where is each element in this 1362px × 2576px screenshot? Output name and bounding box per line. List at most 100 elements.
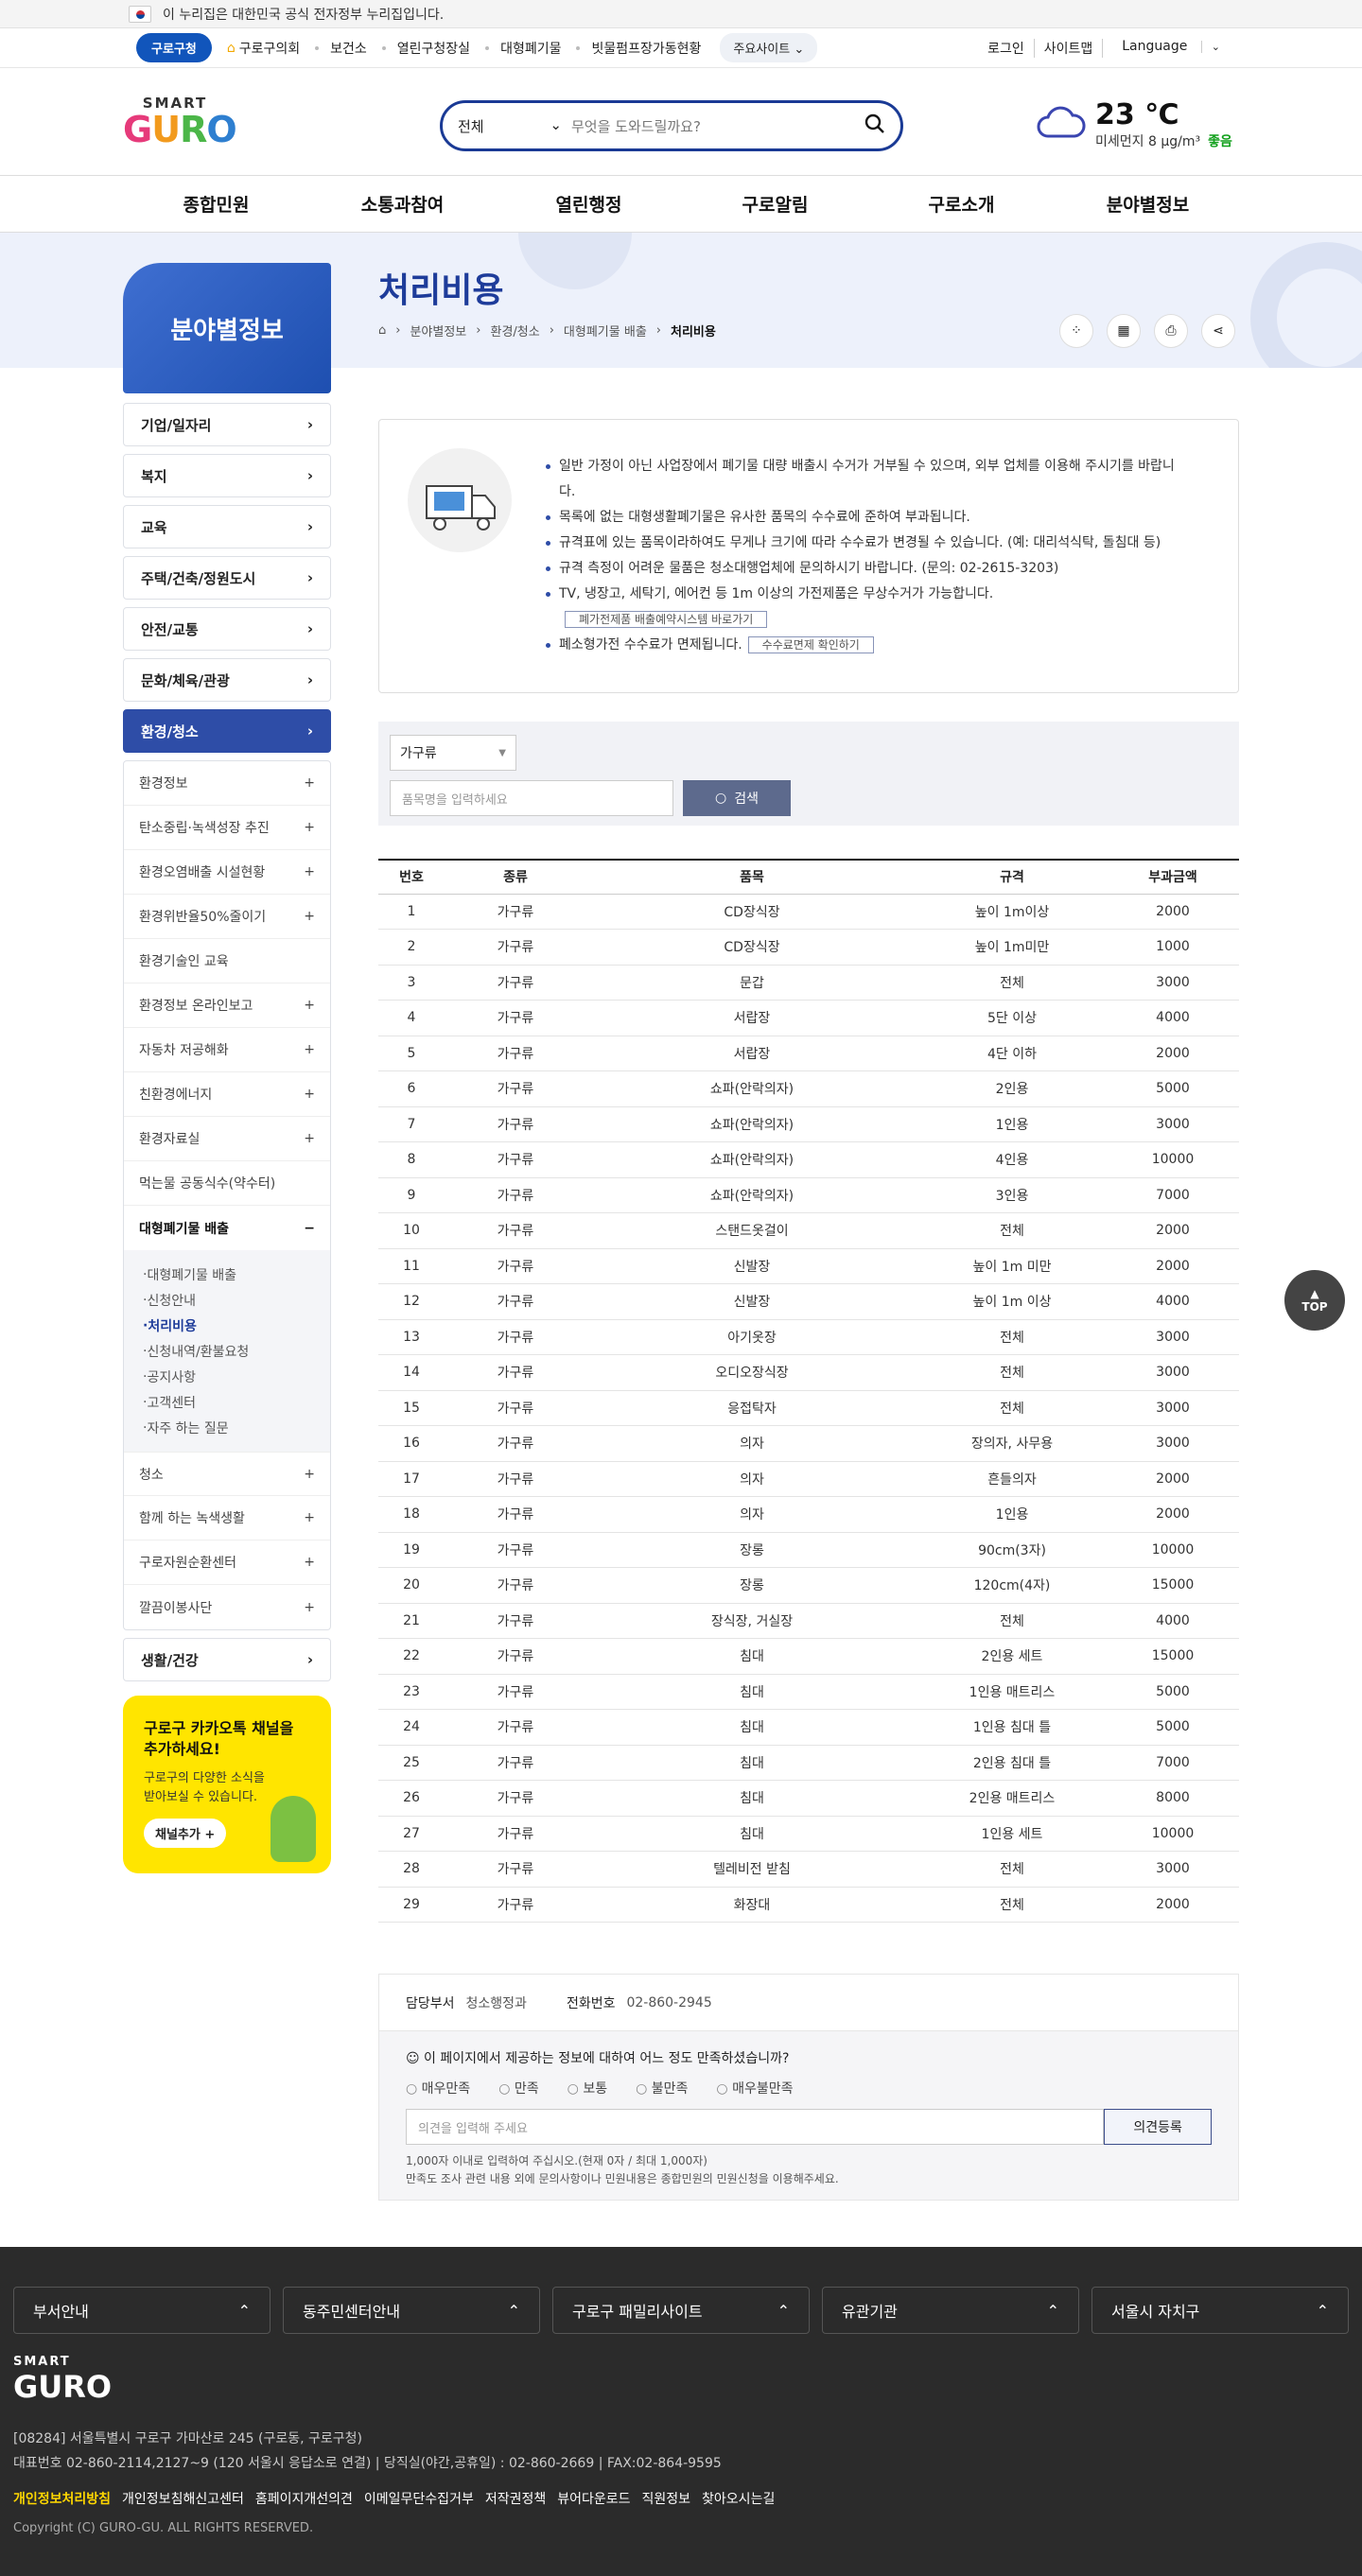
appliance-reservation-button[interactable]: 폐가전제품 배출예약시스템 바로가기 — [565, 611, 768, 628]
breadcrumb-item[interactable]: 분야별정보 — [410, 322, 466, 339]
nav-participation[interactable]: 소통과참여 — [309, 191, 496, 217]
sub-item[interactable]: 환경정보 온라인보고 + — [124, 983, 330, 1028]
rating-option[interactable]: 매우불만족 — [716, 2079, 793, 2097]
footer-link[interactable]: 찾아오시는길 — [702, 2489, 775, 2508]
login-link[interactable]: 로그인 — [978, 39, 1034, 58]
fee-exemption-button[interactable]: 수수료면제 확인하기 — [747, 636, 874, 653]
sub-item[interactable]: 환경기술인 교육 — [124, 939, 330, 983]
breadcrumb-current: 처리비용 — [670, 325, 716, 339]
add-channel-button[interactable]: 채널추가 + — [144, 1819, 227, 1848]
table-cell: 높이 1m미만 — [917, 929, 1107, 966]
search-input[interactable]: 무엇을 도와드릴까요? — [562, 116, 864, 136]
breadcrumb-item[interactable]: 환경/청소 — [490, 322, 539, 339]
guro-logo[interactable]: SMART GURO — [123, 95, 237, 148]
nav-news[interactable]: 구로알림 — [682, 191, 868, 217]
guro-office-button[interactable]: 구로구청 — [136, 33, 212, 62]
sub-item[interactable]: 환경오염배출 시설현황 + — [124, 850, 330, 895]
rating-option[interactable]: 매우만족 — [406, 2079, 471, 2097]
main-sites-dropdown[interactable]: 주요사이트 ⌄ — [720, 33, 818, 62]
scroll-top-button[interactable]: ▲ TOP — [1284, 1270, 1345, 1331]
deep-item[interactable]: · 신청내역/환불요청 — [143, 1338, 311, 1364]
footer-link[interactable]: 개인정보침해신고센터 — [122, 2489, 244, 2508]
sitemap-link[interactable]: 사이트맵 — [1033, 38, 1103, 58]
kakao-channel-banner[interactable]: 구로구 카카오톡 채널을 추가하세요! 구로구의 다양한 소식을 받아보실 수 있습… — [123, 1696, 331, 1873]
lnb-item-active[interactable]: 환경/청소 › — [123, 709, 331, 753]
table-row: 12 가구류 신발장 높이 1m 이상 4000 — [378, 1283, 1239, 1320]
sub-item[interactable]: 청소 + — [124, 1452, 330, 1496]
footer-link[interactable]: 홈페이지개선의견 — [255, 2489, 353, 2508]
item-name-input[interactable]: 품목명을 입력하세요 — [390, 780, 673, 816]
col-header: 종류 — [445, 860, 586, 895]
deep-item-active[interactable]: · 처리비용 — [143, 1313, 311, 1338]
table-cell: 가구류 — [445, 1070, 586, 1107]
gov-banner: 이 누리집은 대한민국 공식 전자정부 누리집입니다. — [0, 0, 1362, 28]
table-row: 21 가구류 장식장, 거실장 전체 4000 — [378, 1603, 1239, 1639]
nav-about[interactable]: 구로소개 — [868, 191, 1055, 217]
breadcrumb-item[interactable]: 대형폐기물 배출 — [564, 322, 647, 339]
footer-select[interactable]: 유관기관 ⌃ — [822, 2287, 1079, 2334]
footer-link[interactable]: 저작권정책 — [485, 2489, 546, 2508]
table-row: 17 가구류 의자 흔들의자 2000 — [378, 1461, 1239, 1497]
rating-option[interactable]: 보통 — [568, 2079, 607, 2097]
lnb-item[interactable]: 주택/건축/정원도시 › — [123, 556, 331, 600]
footer-select[interactable]: 부서안내 ⌃ — [13, 2287, 271, 2334]
nav-field-info[interactable]: 분야별정보 — [1055, 191, 1241, 217]
table-cell: 2인용 매트리스 — [917, 1780, 1107, 1817]
table-cell: 전체 — [917, 1390, 1107, 1426]
rating-option[interactable]: 만족 — [498, 2079, 539, 2097]
footer-link[interactable]: 개인정보처리방침 — [13, 2489, 111, 2508]
sub-item-open[interactable]: 대형폐기물 배출 − — [124, 1206, 330, 1250]
mayor-link[interactable]: 열린구청장실 — [381, 39, 470, 58]
table-cell: 가구류 — [445, 1390, 586, 1426]
sub-item[interactable]: 탄소중립·녹색성장 추진 + — [124, 806, 330, 850]
deep-item[interactable]: · 자주 하는 질문 — [143, 1415, 311, 1440]
share-icon[interactable]: ⋖ — [1201, 314, 1235, 348]
deep-item[interactable]: · 신청안내 — [143, 1287, 311, 1313]
footer-link[interactable]: 이메일무단수집거부 — [364, 2489, 474, 2508]
nav-open-admin[interactable]: 열린행정 — [496, 191, 682, 217]
health-center-link[interactable]: 보건소 — [315, 39, 367, 58]
sub-item[interactable]: 함께 하는 녹색생활 + — [124, 1496, 330, 1540]
search-scope-select[interactable]: 전체 ⌄ — [458, 116, 562, 136]
table-cell: 높이 1m 미만 — [917, 1248, 1107, 1284]
sub-item[interactable]: 환경자료실 + — [124, 1117, 330, 1161]
sub-item[interactable]: 구로자원순환센터 + — [124, 1540, 330, 1585]
sub-item[interactable]: 깔끔이봉사단 + — [124, 1585, 330, 1629]
council-link[interactable]: ⌂ 구로구의회 — [227, 39, 300, 58]
footer-link[interactable]: 직원정보 — [642, 2489, 691, 2508]
search-icon[interactable] — [864, 113, 885, 138]
footer-select[interactable]: 서울시 자치구 ⌃ — [1091, 2287, 1349, 2334]
footer-link[interactable]: 뷰어다운로드 — [557, 2489, 630, 2508]
table-cell: 의자 — [586, 1496, 917, 1533]
lnb-item[interactable]: 교육 › — [123, 505, 331, 548]
nav-civil[interactable]: 종합민원 — [123, 191, 309, 217]
qr-code-icon[interactable]: ▦ — [1107, 314, 1141, 348]
lnb-item[interactable]: 복지 › — [123, 454, 331, 497]
language-select[interactable]: Language ⌄ — [1102, 38, 1239, 58]
deep-item[interactable]: · 고객센터 — [143, 1389, 311, 1415]
search-button[interactable]: ○ 검색 — [683, 780, 791, 816]
bulky-waste-link[interactable]: 대형폐기물 — [485, 39, 561, 58]
sub-item[interactable]: 환경위반율50%줄이기 + — [124, 895, 330, 939]
footer-select[interactable]: 동주민센터안내 ⌃ — [283, 2287, 540, 2334]
print-icon[interactable]: ⎙ — [1154, 314, 1188, 348]
sub-item[interactable]: 먹는물 공동식수(약수터) — [124, 1161, 330, 1206]
table-cell: 가구류 — [445, 1319, 586, 1355]
sub-item[interactable]: 환경정보 + — [124, 761, 330, 806]
submit-opinion-button[interactable]: 의견등록 — [1104, 2109, 1212, 2145]
sub-item[interactable]: 친환경에너지 + — [124, 1072, 330, 1117]
sub-item[interactable]: 자동차 저공해화 + — [124, 1028, 330, 1072]
lnb-item[interactable]: 문화/체육/관광 › — [123, 658, 331, 702]
opinion-input[interactable]: 의견을 입력해 주세요 — [406, 2109, 1105, 2145]
pump-status-link[interactable]: 빗물펌프장가동현황 — [576, 39, 701, 58]
rating-option[interactable]: 불만족 — [636, 2079, 689, 2097]
lnb-item[interactable]: 안전/교통 › — [123, 607, 331, 651]
footer-select[interactable]: 구로구 패밀리사이트 ⌃ — [552, 2287, 810, 2334]
deep-item[interactable]: · 공지사항 — [143, 1364, 311, 1389]
category-select[interactable]: 가구류 ▼ — [390, 735, 516, 771]
lnb-item[interactable]: 기업/일자리 › — [123, 403, 331, 446]
home-icon[interactable]: ⌂ — [378, 323, 386, 338]
menu-share-icon[interactable]: ⁘ — [1059, 314, 1093, 348]
deep-item[interactable]: · 대형폐기물 배출 — [143, 1262, 311, 1287]
lnb-item[interactable]: 생활/건강 › — [123, 1638, 331, 1681]
